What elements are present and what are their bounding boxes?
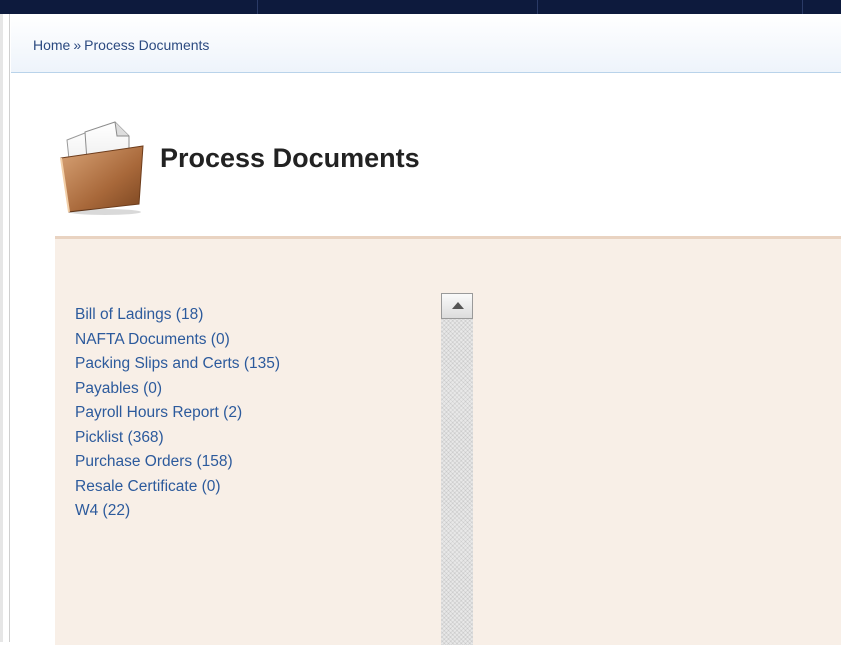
top-nav-segment[interactable]: [0, 0, 258, 14]
left-border-inner: [0, 14, 3, 642]
top-nav-segment[interactable]: [537, 0, 803, 14]
document-type-link[interactable]: Payables (0): [75, 380, 162, 397]
arrow-up-icon: [452, 302, 464, 309]
document-type-link[interactable]: W4 (22): [75, 502, 130, 519]
list-item: Packing Slips and Certs (135): [75, 352, 280, 377]
document-type-link[interactable]: NAFTA Documents (0): [75, 331, 230, 348]
left-border: [0, 14, 10, 642]
page-title: Process Documents: [160, 143, 420, 173]
breadcrumb-current: Process Documents: [84, 37, 210, 53]
list-item: Purchase Orders (158): [75, 450, 280, 475]
breadcrumb: Home» Process Documents: [33, 37, 209, 53]
document-type-link[interactable]: Bill of Ladings (18): [75, 306, 203, 323]
document-type-link[interactable]: Payroll Hours Report (2): [75, 404, 242, 421]
document-type-link[interactable]: Packing Slips and Certs (135): [75, 355, 280, 372]
top-nav-segment[interactable]: [257, 0, 538, 14]
document-type-list: Bill of Ladings (18) NAFTA Documents (0)…: [75, 303, 280, 524]
vertical-scrollbar[interactable]: [441, 293, 473, 645]
document-type-link[interactable]: Picklist (368): [75, 429, 164, 446]
list-item: Payables (0): [75, 377, 280, 402]
scroll-up-button[interactable]: [441, 293, 473, 319]
list-item: Picklist (368): [75, 426, 280, 451]
breadcrumb-home-link[interactable]: Home: [33, 37, 70, 53]
breadcrumb-separator: »: [73, 37, 82, 53]
list-item: Resale Certificate (0): [75, 475, 280, 500]
list-item: Payroll Hours Report (2): [75, 401, 280, 426]
documents-folder-icon: [55, 112, 151, 216]
top-nav-bar: [0, 0, 841, 14]
document-type-link[interactable]: Resale Certificate (0): [75, 478, 221, 495]
document-types-panel: Bill of Ladings (18) NAFTA Documents (0)…: [55, 236, 841, 645]
document-type-link[interactable]: Purchase Orders (158): [75, 453, 233, 470]
breadcrumb-bar: Home» Process Documents: [11, 14, 841, 73]
list-item: Bill of Ladings (18): [75, 303, 280, 328]
list-item: W4 (22): [75, 499, 280, 524]
list-item: NAFTA Documents (0): [75, 328, 280, 353]
